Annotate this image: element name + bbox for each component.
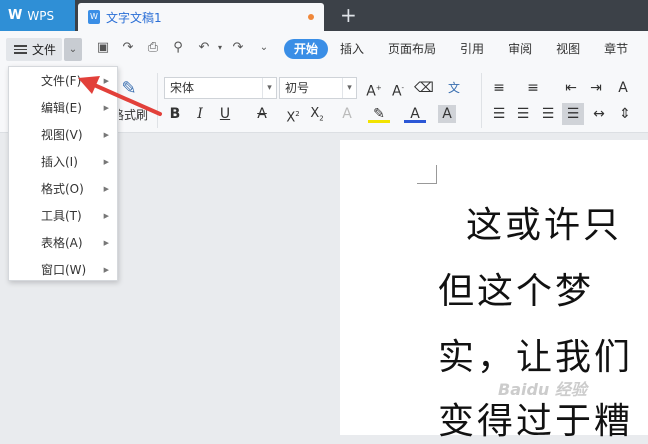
watermark-logo-icon: Baidu 经验 [498,380,587,399]
annotation-arrow-icon [78,76,162,116]
